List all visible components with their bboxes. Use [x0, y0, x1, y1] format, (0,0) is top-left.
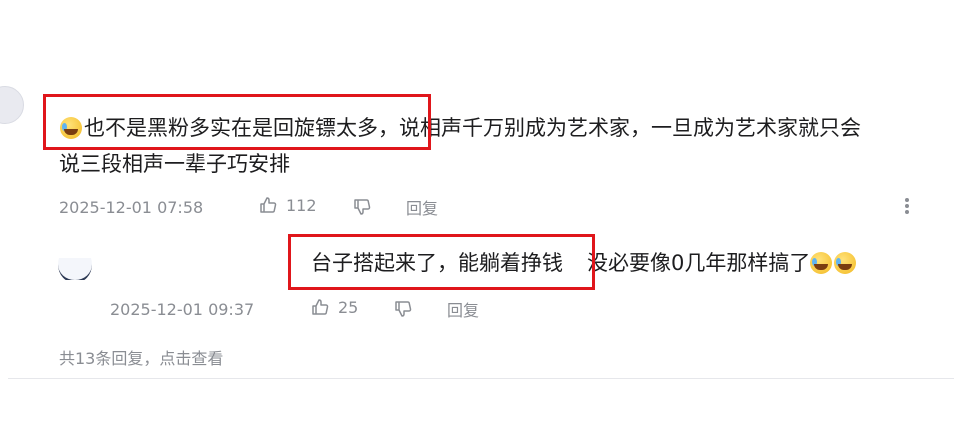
reply-dislike-button[interactable]: [393, 297, 413, 321]
thumbs-up-icon: [258, 195, 278, 215]
divider: [8, 378, 954, 379]
comment-dislike-button[interactable]: [352, 195, 372, 219]
reply-timestamp: 2025-12-01 09:37: [110, 299, 255, 319]
reply-avatar[interactable]: [58, 258, 92, 280]
highlight-box-comment: [43, 94, 431, 150]
comment-like-button[interactable]: 112: [258, 193, 317, 217]
more-options-icon[interactable]: [900, 196, 914, 218]
thumbs-up-icon: [310, 297, 330, 317]
comment-like-count: 112: [286, 195, 317, 215]
laughing-crying-emoji-icon: [810, 252, 833, 274]
laughing-crying-emoji-icon: [834, 252, 857, 274]
comment-timestamp: 2025-12-01 07:58: [59, 197, 204, 217]
reply-meta-row: 2025-12-01 09:37: [110, 298, 254, 320]
reply-like-button[interactable]: 25: [310, 295, 358, 319]
reply-reply-button[interactable]: 回复: [447, 298, 479, 320]
highlight-box-reply: [288, 234, 595, 290]
comment-reply-button[interactable]: 回复: [406, 196, 438, 218]
comment-rest-text: 说相声千万别成为艺术家，一旦成为艺术家就只会: [399, 116, 861, 140]
reply-like-count: 25: [338, 297, 359, 317]
comment-text-line-2: 说三段相声一辈子巧安排: [59, 152, 290, 176]
comment-meta-row: 2025-12-01 07:58: [59, 196, 203, 218]
thumbs-down-icon: [393, 299, 413, 319]
reply-rest-text: 没必要像0几年那样搞了: [587, 251, 811, 275]
view-more-replies-link[interactable]: 共13条回复，点击查看: [59, 346, 223, 368]
commenter-avatar[interactable]: [0, 86, 24, 124]
thumbs-down-icon: [352, 197, 372, 217]
